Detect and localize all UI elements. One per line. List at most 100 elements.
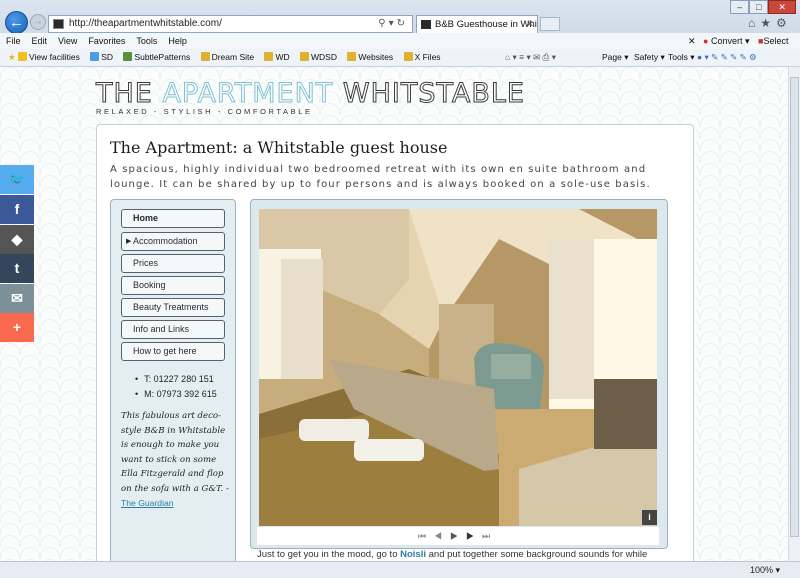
help-icon[interactable]: ● ▾ ✎ ✎ ✎ ✎ ⚙	[697, 49, 757, 66]
favorites-star-icon[interactable]: ★	[8, 52, 16, 62]
favorite-link[interactable]: WD	[264, 49, 290, 66]
nav-label: Prices	[133, 258, 159, 268]
menu-favorites[interactable]: Favorites	[82, 33, 130, 49]
folder-icon	[200, 52, 210, 61]
favorite-link[interactable]: Websites	[347, 49, 393, 66]
address-tools-icon[interactable]: ⚲▾↻	[378, 16, 408, 32]
favorites-bar: ★ View facilities SD SubtlePatterns Drea…	[0, 49, 800, 67]
favorite-link[interactable]: X Files	[403, 49, 441, 66]
menu-view[interactable]: View	[52, 33, 82, 49]
safety-menu[interactable]: Safety ▾	[634, 49, 665, 66]
close-icon[interactable]: ✕	[688, 33, 696, 49]
tools-menu[interactable]: Tools ▾	[668, 49, 694, 66]
page-icon	[123, 52, 133, 61]
slideshow-controls: ⏮◀▶▶⏭	[257, 527, 659, 545]
twitter-icon[interactable]: 🐦	[0, 165, 34, 194]
next-slide-icon[interactable]: ▶	[466, 531, 482, 541]
minimize-icon[interactable]: –	[730, 0, 750, 14]
tab-favicon	[421, 20, 431, 29]
back-arrow-icon[interactable]: ←	[5, 11, 28, 34]
facebook-icon[interactable]: f	[0, 195, 34, 224]
forward-arrow-icon[interactable]: →	[30, 14, 46, 30]
favorite-link[interactable]: View facilities	[18, 49, 80, 66]
nav-prices[interactable]: Prices	[121, 254, 225, 273]
nav-label: Beauty Treatments	[133, 302, 209, 312]
browser-right-icons: ⌂★⚙	[748, 16, 792, 30]
zoom-level[interactable]: 100% ▾	[750, 562, 780, 578]
nav-booking[interactable]: Booking	[121, 276, 225, 295]
favorite-link[interactable]: Dream Site	[200, 49, 254, 66]
star-icon[interactable]: ★	[760, 16, 776, 30]
convert-button[interactable]: ● Convert ▾	[703, 33, 750, 49]
favorite-link[interactable]: WDSD	[300, 49, 337, 66]
logo-part-apartment: APARTMENT	[162, 78, 334, 110]
address-url: http://theapartmentwhitstable.com/	[69, 18, 222, 29]
select-button[interactable]: ■Select	[758, 33, 788, 49]
favorite-label: Websites	[358, 52, 394, 62]
menu-edit[interactable]: Edit	[26, 33, 53, 49]
nav-info-and-links[interactable]: Info and Links	[121, 320, 225, 339]
zoom-label: 100%	[749, 565, 773, 575]
close-window-icon[interactable]: ✕	[768, 0, 796, 14]
scrollbar-thumb[interactable]	[790, 77, 799, 537]
body-paragraph: Just to get you in the mood, go to Noisl…	[257, 549, 667, 560]
favorite-label: SD	[101, 52, 114, 62]
nav-home[interactable]: Home	[121, 209, 225, 228]
nav-label: Info and Links	[133, 324, 190, 334]
maximize-icon[interactable]: □	[749, 0, 769, 14]
press-quote: This fabulous art deco-style B&B in Whit…	[121, 409, 231, 512]
menu-file[interactable]: File	[0, 33, 26, 49]
intro-text: A spacious, highly individual two bedroo…	[110, 164, 651, 190]
contact-phones: T: 01227 280 151 M: 07973 392 615	[135, 372, 217, 402]
first-slide-icon[interactable]: ⏮	[418, 531, 434, 541]
site-logo[interactable]: THE APARTMENT WHITSTABLE	[96, 78, 525, 110]
logo-part-the: THE	[96, 78, 153, 110]
quote-text: This fabulous art deco-style B&B in Whit…	[121, 411, 229, 494]
nav-label: Home	[133, 213, 159, 223]
nav-label: Booking	[133, 280, 166, 290]
email-icon[interactable]: ✉	[0, 284, 34, 313]
nav-how-to-get-here[interactable]: How to get here	[121, 342, 225, 361]
gear-icon[interactable]: ⚙	[776, 16, 792, 30]
site-tagline: RELAXED - STYLISH - COMFORTABLE	[96, 107, 313, 116]
quote-source-link[interactable]: The Guardian	[121, 498, 174, 508]
new-tab-button[interactable]	[540, 17, 560, 31]
play-icon[interactable]: ▶	[450, 531, 466, 541]
vertical-scrollbar[interactable]	[788, 67, 800, 561]
favorite-link[interactable]: SubtlePatterns	[123, 49, 190, 66]
menu-tools[interactable]: Tools	[130, 33, 162, 49]
phone-mobile: M: 07973 392 615	[135, 387, 217, 402]
last-slide-icon[interactable]: ⏭	[482, 531, 498, 541]
nav-beauty-treatments[interactable]: Beauty Treatments	[121, 298, 225, 317]
nav-label: How to get here	[133, 346, 197, 356]
caret-right-icon: ▶	[126, 238, 132, 245]
favorite-label: WD	[275, 52, 290, 62]
evernote-icon[interactable]: ◆	[0, 225, 34, 254]
close-tab-icon[interactable]: ✕	[526, 16, 534, 33]
slideshow-info-button[interactable]: i	[642, 510, 657, 525]
menu-bar: File Edit View Favorites Tools Help ✕ ● Conve…	[0, 33, 800, 49]
status-bar: 100% ▾	[0, 561, 800, 578]
home-icon[interactable]: ⌂	[748, 16, 760, 30]
command-bar-icons[interactable]: ⌂ ▾ ≡ ▾ ✉ ⎙ ▾	[505, 49, 556, 66]
folder-icon	[300, 52, 310, 61]
tumblr-icon[interactable]: t	[0, 254, 34, 283]
bedroom-photo-image	[259, 209, 657, 526]
tools-menu-label: Tools	[668, 52, 688, 62]
plus-icon[interactable]: +	[0, 313, 34, 342]
site-favicon	[53, 19, 64, 29]
menu-help[interactable]: Help	[162, 33, 192, 49]
safety-menu-label: Safety	[634, 52, 659, 62]
favorite-label: X Files	[414, 52, 441, 62]
window-controls: – □ ✕	[730, 0, 796, 14]
favorite-label: SubtlePatterns	[134, 52, 191, 62]
favorite-link[interactable]: SD	[90, 49, 113, 66]
address-bar[interactable]: http://theapartmentwhitstable.com/ ⚲▾↻	[48, 15, 413, 33]
favorite-label: View facilities	[29, 52, 80, 62]
slideshow-photo[interactable]	[259, 209, 657, 526]
prev-slide-icon[interactable]: ◀	[434, 531, 450, 541]
page-menu[interactable]: Page ▾	[602, 49, 629, 66]
noisli-link[interactable]: Noisli	[400, 549, 426, 560]
nav-accommodation[interactable]: ▶ Accommodation	[121, 232, 225, 251]
browser-tab[interactable]: B&B Guesthouse in Whitsta... ✕	[416, 15, 538, 33]
